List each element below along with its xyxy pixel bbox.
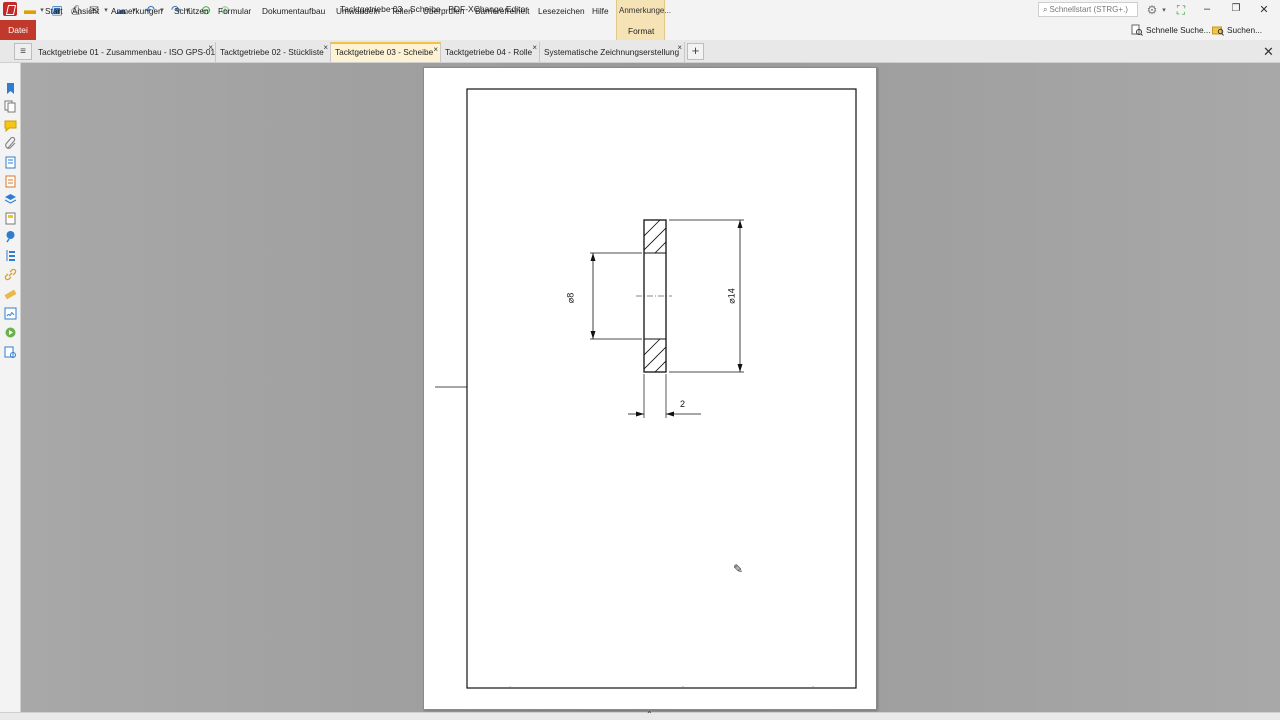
dimension-thickness: 2 <box>680 399 686 409</box>
document-search-icon <box>1131 24 1143 36</box>
menu-umwandeln[interactable]: Umwandeln <box>336 6 380 16</box>
tab-label: Tacktgetriebe 02 - Stückliste <box>220 47 324 57</box>
comments-icon[interactable] <box>4 119 17 132</box>
tab-label: Tacktgetriebe 04 - Rolle <box>445 47 533 57</box>
pages-icon[interactable] <box>4 100 17 113</box>
tab-label: Tacktgetriebe 03 - Scheibe <box>335 47 434 57</box>
tab-list-menu-icon[interactable]: ≡ <box>14 43 32 60</box>
structure-icon[interactable] <box>4 212 17 225</box>
quickstart-input[interactable]: ⌕ Schnellstart (STRG+.) <box>1038 2 1138 17</box>
pdf-page[interactable]: ⌀8 ⌀14 2 <box>423 67 877 710</box>
tab-rolle[interactable]: Tacktgetriebe 04 - Rolle × <box>441 42 540 62</box>
left-sidebar <box>0 63 21 720</box>
menu-barrierefreiheit[interactable]: Barrierefreiheit <box>475 6 529 16</box>
tab-zusammenbau[interactable]: Tacktgetriebe 01 - Zusammenbau - ISO GPS… <box>34 42 216 62</box>
settings-icon[interactable]: ⚙ <box>1144 2 1160 18</box>
menu-hilfe[interactable]: Hilfe <box>592 6 609 16</box>
file-menu-button[interactable]: Datei <box>0 20 36 40</box>
email-dropdown-icon[interactable]: ▾ <box>102 2 110 18</box>
new-tab-button[interactable]: + <box>687 43 704 60</box>
fullscreen-icon[interactable]: ⛶ <box>1173 2 1189 18</box>
open-folder-icon[interactable]: ▬ <box>22 2 38 18</box>
app-logo-icon[interactable] <box>3 2 17 16</box>
sound-icon[interactable] <box>4 326 17 339</box>
menu-start[interactable]: Start <box>45 6 63 16</box>
measure-icon[interactable] <box>4 288 17 301</box>
collapse-up-icon[interactable]: ⌃ <box>646 710 653 719</box>
menu-ansicht[interactable]: Ansicht <box>72 6 99 16</box>
quick-search-button[interactable]: Schnelle Suche... <box>1131 24 1211 36</box>
folder-search-icon <box>1212 26 1224 36</box>
tab-close-icon[interactable]: × <box>208 44 213 52</box>
menu-teilen[interactable]: Teilen <box>391 6 413 16</box>
tab-zeichnungserstellung[interactable]: Systematische Zeichnungserstellung × <box>540 42 685 62</box>
minimize-button[interactable]: – <box>1199 3 1215 15</box>
bookmark-icon[interactable] <box>4 82 17 95</box>
menu-format[interactable]: Format <box>628 26 654 36</box>
status-bar <box>0 712 1280 720</box>
search-results-icon[interactable] <box>4 346 17 359</box>
hatch-bottom <box>644 339 666 372</box>
context-group-title: Anmerkunge... <box>619 6 672 15</box>
hatch-top <box>644 220 666 253</box>
search-icon: ⌕ <box>1043 5 1048 14</box>
layers-icon[interactable] <box>4 193 17 206</box>
technical-drawing <box>435 88 857 689</box>
tab-stueckliste[interactable]: Tacktgetriebe 02 - Stückliste × <box>216 42 331 62</box>
quickstart-placeholder: Schnellstart (STRG+.) <box>1049 5 1128 14</box>
tab-close-icon[interactable]: × <box>433 46 438 54</box>
tab-close-icon[interactable]: × <box>532 44 537 52</box>
attachment-icon[interactable] <box>4 137 17 150</box>
menu-lesezeichen[interactable]: Lesezeichen <box>538 6 585 16</box>
quick-search-label: Schnelle Suche... <box>1146 25 1211 35</box>
document-properties-icon[interactable] <box>4 156 17 169</box>
menu-ueberpruefen[interactable]: Überprüfen <box>423 6 465 16</box>
context-tab-group: Anmerkunge... Format <box>616 0 671 40</box>
signatures-icon[interactable] <box>4 307 17 320</box>
menu-formular[interactable]: Formular <box>218 6 251 16</box>
tab-close-icon[interactable]: × <box>677 44 682 52</box>
tab-close-icon[interactable]: × <box>323 44 328 52</box>
content-icon[interactable] <box>4 175 17 188</box>
settings-dropdown-icon[interactable]: ▾ <box>1160 2 1168 18</box>
close-document-icon[interactable]: ✕ <box>1263 44 1274 60</box>
search-button[interactable]: Suchen... <box>1212 24 1262 36</box>
restore-button[interactable]: ❐ <box>1228 3 1244 14</box>
menu-dokumentaufbau[interactable]: Dokumentaufbau <box>262 6 325 16</box>
pen-cursor-icon: ✎ <box>733 562 744 576</box>
tab-label: Systematische Zeichnungserstellung <box>544 47 680 57</box>
dimension-outer-diameter: ⌀14 <box>726 288 737 304</box>
close-window-button[interactable]: ✕ <box>1256 3 1272 16</box>
destinations-icon[interactable] <box>4 249 17 262</box>
drawing-frame <box>466 88 857 689</box>
menu-schuetzen[interactable]: Schützen <box>174 6 209 16</box>
search-label: Suchen... <box>1227 25 1263 35</box>
tab-label: Tacktgetriebe 01 - Zusammenbau - ISO GPS… <box>38 47 216 57</box>
dimension-inner-diameter: ⌀8 <box>565 292 576 304</box>
tab-scheibe[interactable]: Tacktgetriebe 03 - Scheibe × <box>331 42 441 62</box>
menu-anmerkungen[interactable]: Anmerkungen <box>111 6 163 16</box>
links-icon[interactable] <box>4 268 17 281</box>
tags-icon[interactable] <box>4 230 17 243</box>
